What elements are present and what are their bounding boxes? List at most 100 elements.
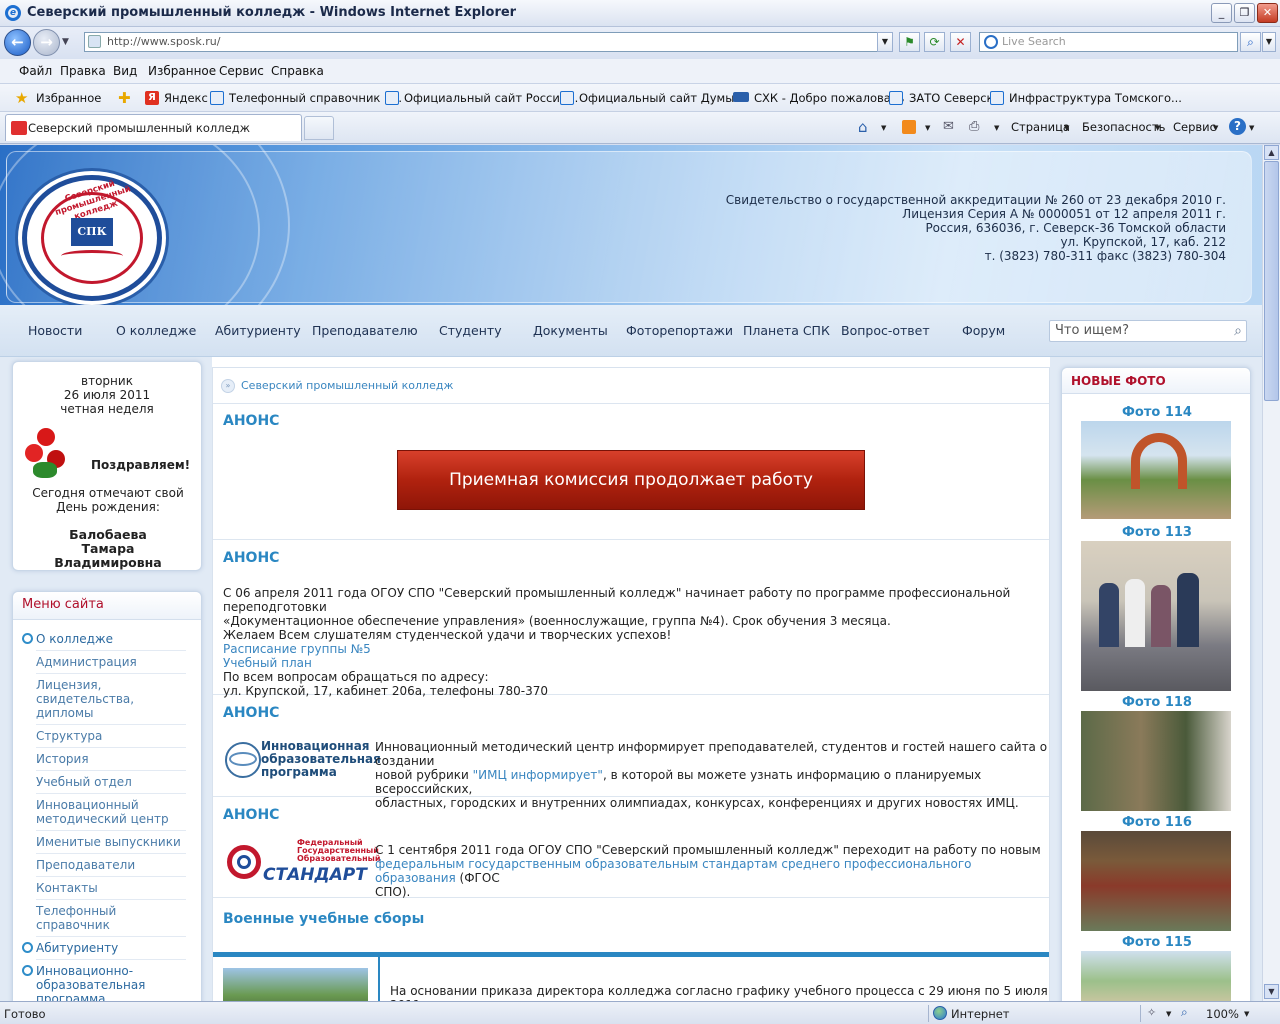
search-options-icon[interactable]: ▼ [1262, 32, 1276, 52]
nav-planet-spk[interactable]: Планета СПК [743, 323, 830, 338]
license-line: Лицензия Серия А № 0000051 от 12 апреля … [902, 207, 1226, 221]
home-dropdown-icon[interactable]: ▼ [881, 124, 886, 132]
minimize-button[interactable]: _ [1211, 3, 1232, 23]
stop-icon[interactable]: ✕ [950, 32, 971, 52]
fav-yandex[interactable]: Яндекс [164, 91, 208, 105]
menu-favorites[interactable]: Избранное [148, 64, 216, 78]
forward-button[interactable]: → [33, 29, 60, 56]
zoom-level[interactable]: 100% [1206, 1007, 1239, 1021]
photo-title[interactable]: Фото 116 [1062, 815, 1252, 830]
fav-zato[interactable]: ЗАТО Северск [909, 91, 994, 105]
print-icon[interactable]: ⎙ [969, 119, 979, 134]
tools-menu[interactable]: Сервис [1173, 120, 1216, 134]
menu-file[interactable]: Файл [19, 64, 52, 78]
fav-infrastructure[interactable]: Инфраструктура Томского... [1009, 91, 1182, 105]
address-dropdown-icon[interactable]: ▼ [877, 32, 893, 52]
fav-official-site-1[interactable]: Официальный сайт Россий... [404, 91, 578, 105]
photo-thumbnail[interactable] [1081, 541, 1231, 691]
protected-mode-icon[interactable]: ✧ [1147, 1006, 1156, 1019]
nav-teachers[interactable]: Преподавателю [312, 323, 418, 338]
fav-official-site-2[interactable]: Официальный сайт Думы ... [579, 91, 749, 105]
menu-item-alumni[interactable]: Именитые выпускники [36, 835, 186, 854]
search-go-icon[interactable]: ⌕ [1240, 32, 1261, 52]
menu-item-teachers[interactable]: Преподаватели [36, 858, 186, 877]
home-icon[interactable]: ⌂ [858, 118, 868, 136]
page-icon [889, 91, 903, 105]
add-favorite-icon[interactable]: ✚ [118, 89, 131, 107]
nav-forum[interactable]: Форум [962, 323, 1005, 338]
menu-item-academic[interactable]: Учебный отдел [36, 775, 186, 794]
history-dropdown-icon[interactable]: ▼ [62, 37, 69, 47]
college-logo[interactable]: Северский промышленный колледж СПК [22, 175, 162, 301]
menu-item-license[interactable]: Лицензия, свидетельства, дипломы [36, 678, 186, 725]
security-dropdown-icon: ▼ [1155, 124, 1161, 132]
nav-about[interactable]: О колледже [116, 323, 196, 338]
help-icon[interactable]: ? [1229, 118, 1246, 135]
favorites-button[interactable]: Избранное [36, 91, 101, 105]
menu-view[interactable]: Вид [113, 64, 137, 78]
rss-icon[interactable] [902, 120, 916, 134]
nav-applicants[interactable]: Абитуриенту [215, 323, 301, 338]
menu-item-about[interactable]: О колледже [22, 632, 186, 651]
military-photo[interactable] [223, 968, 368, 1001]
nav-students[interactable]: Студенту [439, 323, 502, 338]
nav-news[interactable]: Новости [28, 323, 82, 338]
scroll-thumb[interactable] [1264, 161, 1279, 401]
photo-title[interactable]: Фото 114 [1062, 405, 1252, 420]
fgos-logo[interactable]: Федеральный Государственный Образователь… [227, 839, 380, 891]
address-input[interactable]: http://www.sposk.ru/ [84, 32, 880, 52]
admission-banner[interactable]: Приемная комиссия продолжает работу [397, 450, 865, 510]
photo-title[interactable]: Фото 113 [1062, 525, 1252, 540]
scroll-up-icon[interactable]: ▲ [1264, 145, 1279, 160]
menu-edit[interactable]: Правка [60, 64, 106, 78]
new-tab-button[interactable] [304, 116, 334, 140]
fav-shk[interactable]: СХК - Добро пожаловать [754, 91, 904, 105]
nav-qa[interactable]: Вопрос-ответ [841, 323, 930, 338]
close-button[interactable]: ✕ [1257, 3, 1278, 23]
menu-help[interactable]: Справка [271, 64, 324, 78]
menu-tools[interactable]: Сервис [219, 64, 264, 78]
photo-thumbnail[interactable] [1081, 831, 1231, 931]
maximize-button[interactable]: ❐ [1234, 3, 1255, 23]
menu-item-contacts[interactable]: Контакты [36, 881, 186, 900]
zoom-dropdown-icon[interactable]: ▼ [1244, 1010, 1249, 1018]
security-menu[interactable]: Безопасность [1082, 120, 1165, 134]
breadcrumb-link[interactable]: Северский промышленный колледж [241, 379, 453, 392]
rss-dropdown-icon[interactable]: ▼ [925, 124, 930, 132]
site-search-input[interactable]: Что ищем? ⌕ [1049, 320, 1247, 342]
photo-thumbnail[interactable] [1081, 711, 1231, 811]
vertical-scrollbar[interactable]: ▲ ▼ [1262, 145, 1280, 1001]
menu-item-administration[interactable]: Администрация [36, 655, 186, 674]
curriculum-link[interactable]: Учебный план [223, 656, 1049, 670]
nav-documents[interactable]: Документы [533, 323, 608, 338]
search-icon[interactable]: ⌕ [1234, 321, 1242, 341]
tab-active[interactable]: Северский промышленный колледж [5, 114, 302, 141]
page-menu[interactable]: Страница [1011, 120, 1070, 134]
protected-dropdown-icon[interactable]: ▼ [1166, 1010, 1171, 1018]
photo-title[interactable]: Фото 118 [1062, 695, 1252, 710]
menu-item-innovation-program[interactable]: Инновационно-образовательная программа [22, 964, 186, 1001]
scroll-down-icon[interactable]: ▼ [1264, 984, 1279, 999]
photo-thumbnail[interactable] [1081, 421, 1231, 519]
photo-thumbnail[interactable] [1081, 951, 1231, 1001]
imc-logo[interactable]: Инновационная образовательная программа [225, 738, 381, 782]
back-button[interactable]: ← [4, 29, 31, 56]
menu-item-history[interactable]: История [36, 752, 186, 771]
photo-title[interactable]: Фото 115 [1062, 935, 1252, 950]
schedule-link[interactable]: Расписание группы №5 [223, 642, 1049, 656]
nav-photoreports[interactable]: Фоторепортажи [626, 323, 733, 338]
menu-item-phonebook[interactable]: Телефонный справочник [36, 904, 186, 937]
print-dropdown-icon[interactable]: ▼ [994, 124, 999, 132]
imc-informs-link[interactable]: "ИМЦ информирует" [473, 768, 603, 782]
compat-icon[interactable]: ⚑ [899, 32, 920, 52]
menu-item-structure[interactable]: Структура [36, 729, 186, 748]
zoom-icon[interactable]: ⌕ [1181, 1005, 1188, 1020]
mail-icon[interactable]: ✉ [943, 119, 954, 134]
help-dropdown-icon[interactable]: ▼ [1249, 124, 1254, 132]
refresh-icon[interactable]: ⟳ [924, 32, 945, 52]
menu-item-applicants[interactable]: Абитуриенту [22, 941, 186, 960]
fav-phonebook[interactable]: Телефонный справочник »... [229, 91, 402, 105]
live-search-input[interactable]: Live Search [979, 32, 1238, 52]
menu-item-imc[interactable]: Инновационный методический центр [36, 798, 186, 831]
fgos-main-text: СТАНДАРТ [263, 865, 367, 885]
